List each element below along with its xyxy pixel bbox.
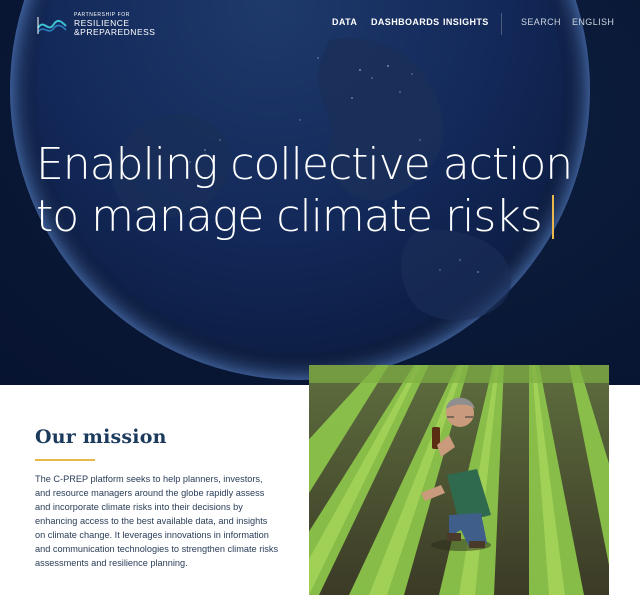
headline-line-1: Enabling collective action — [36, 139, 573, 190]
field-illustration — [309, 365, 609, 595]
nav-search[interactable]: SEARCH — [521, 17, 561, 27]
headline-line-2-wrap: to manage climate risks — [36, 191, 572, 243]
mission-body: The C-PREP platform seeks to help planne… — [35, 474, 279, 568]
farmer-field-photo — [309, 365, 609, 595]
nav-data[interactable]: DATA — [332, 17, 357, 27]
top-navigation: DATA DASHBOARDS INSIGHTS SEARCH ENGLISH — [0, 13, 640, 35]
nav-divider — [501, 13, 502, 35]
headline-line-2: to manage climate risks — [36, 191, 543, 242]
nav-insights[interactable]: INSIGHTS — [443, 17, 489, 27]
language-selector[interactable]: ENGLISH — [572, 17, 614, 27]
hero-headline: Enabling collective action to manage cli… — [36, 139, 573, 243]
hero-section: PARTNERSHIP FOR RESILIENCE &PREPAREDNESS… — [0, 0, 640, 385]
nav-dashboards[interactable]: DASHBOARDS — [371, 17, 440, 27]
mission-underline — [35, 459, 95, 461]
typing-cursor — [551, 195, 554, 239]
mission-title: Our mission — [35, 426, 167, 448]
